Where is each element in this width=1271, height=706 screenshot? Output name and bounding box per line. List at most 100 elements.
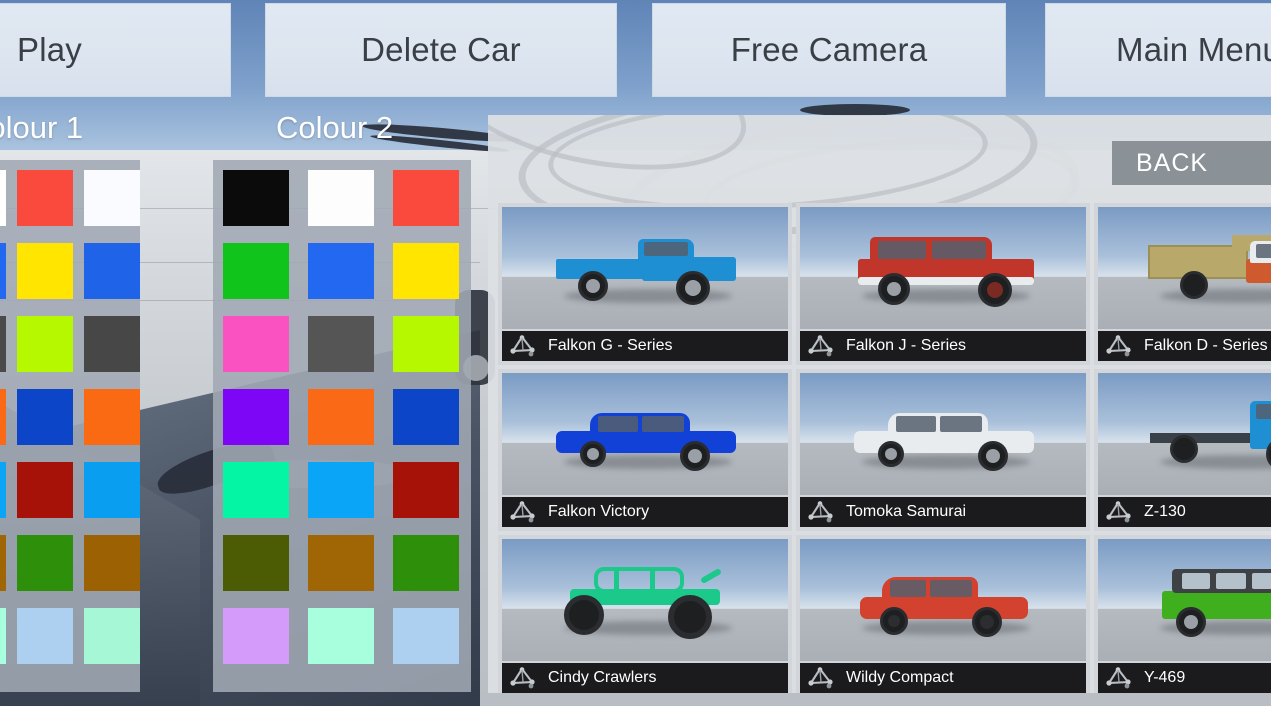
car-thumbnail: [800, 373, 1086, 495]
colour-swatch-2-15[interactable]: [223, 535, 289, 591]
colour-swatch-1-8[interactable]: [84, 316, 140, 372]
colour-swatch-1-20[interactable]: [84, 608, 140, 664]
colour-swatch-1-7[interactable]: [17, 316, 73, 372]
car-name-bar: Falkon Victory: [502, 497, 788, 527]
car-card[interactable]: Z-130: [1094, 369, 1271, 531]
colour-swatch-1-4[interactable]: [17, 243, 73, 299]
colour-swatch-2-1[interactable]: [308, 170, 374, 226]
mesh-icon: [808, 667, 834, 689]
car-thumbnail: [800, 539, 1086, 661]
mesh-icon: [1106, 501, 1132, 523]
colour-swatch-2-3[interactable]: [223, 243, 289, 299]
colour-swatch-1-13[interactable]: [17, 462, 73, 518]
back-button[interactable]: BACK: [1112, 141, 1271, 185]
car-thumbnail: [1098, 539, 1271, 661]
car-name-label: Falkon G - Series: [548, 337, 672, 355]
car-thumbnail: [1098, 373, 1271, 495]
colour-swatch-2-16[interactable]: [308, 535, 374, 591]
colour-swatch-1-18[interactable]: [0, 608, 6, 664]
car-name-bar: Cindy Crawlers: [502, 663, 788, 693]
car-thumbnail: [1098, 207, 1271, 329]
car-thumbnail: [502, 207, 788, 329]
colour-swatch-2-4[interactable]: [308, 243, 374, 299]
car-name-label: Cindy Crawlers: [548, 669, 656, 687]
car-card[interactable]: Wildy Compact: [796, 535, 1090, 693]
car-card[interactable]: Y-469: [1094, 535, 1271, 693]
colour-swatch-2-5[interactable]: [393, 243, 459, 299]
colour-swatch-2-6[interactable]: [223, 316, 289, 372]
car-grid: Falkon G - Series Falkon J - Series Falkon…: [498, 203, 1271, 693]
colour-swatch-2-2[interactable]: [393, 170, 459, 226]
colour-swatch-2-11[interactable]: [393, 389, 459, 445]
main-menu-button[interactable]: Main Menu: [1045, 3, 1271, 97]
colour-swatch-1-11[interactable]: [84, 389, 140, 445]
mesh-icon: [808, 501, 834, 523]
colour-swatch-1-2[interactable]: [84, 170, 140, 226]
colour-swatch-1-5[interactable]: [84, 243, 140, 299]
colour-swatch-2-0[interactable]: [223, 170, 289, 226]
colour-swatch-1-15[interactable]: [0, 535, 6, 591]
car-thumbnail: [800, 207, 1086, 329]
car-name-bar: Tomoka Samurai: [800, 497, 1086, 527]
game-screen: Play Delete Car Free Camera Main Menu Co…: [0, 0, 1271, 706]
colour-swatch-1-1[interactable]: [17, 170, 73, 226]
colour-2-label: Colour 2: [276, 110, 393, 146]
colour-swatch-2-7[interactable]: [308, 316, 374, 372]
mesh-icon: [510, 667, 536, 689]
colour-swatch-2-12[interactable]: [223, 462, 289, 518]
car-card[interactable]: Falkon D - Series: [1094, 203, 1271, 365]
colour-swatch-2-20[interactable]: [393, 608, 459, 664]
colour-swatch-1-12[interactable]: [0, 462, 6, 518]
car-name-label: Y-469: [1144, 669, 1185, 687]
colour-swatch-1-9[interactable]: [0, 389, 6, 445]
car-card[interactable]: Tomoka Samurai: [796, 369, 1090, 531]
car-name-label: Falkon Victory: [548, 503, 649, 521]
back-button-label: BACK: [1136, 149, 1208, 178]
colour-swatch-2-8[interactable]: [393, 316, 459, 372]
car-name-label: Z-130: [1144, 503, 1186, 521]
free-camera-button[interactable]: Free Camera: [652, 3, 1006, 97]
car-thumbnail: [502, 539, 788, 661]
colour-swatch-2-9[interactable]: [223, 389, 289, 445]
car-name-bar: Falkon G - Series: [502, 331, 788, 361]
car-card[interactable]: Falkon G - Series: [498, 203, 792, 365]
mesh-icon: [1106, 667, 1132, 689]
free-camera-button-label: Free Camera: [731, 31, 928, 69]
car-selection-panel: Falkon G - Series Falkon J - Series Falkon…: [488, 115, 1271, 693]
colour-swatch-2-14[interactable]: [393, 462, 459, 518]
mesh-icon: [510, 501, 536, 523]
play-button-label: Play: [17, 31, 82, 69]
mesh-icon: [1106, 335, 1132, 357]
colour-1-label: Colour 1: [0, 110, 83, 146]
colour-2-swatch-panel: [213, 160, 471, 692]
car-name-bar: Falkon D - Series: [1098, 331, 1271, 361]
colour-swatch-2-17[interactable]: [393, 535, 459, 591]
car-name-bar: Falkon J - Series: [800, 331, 1086, 361]
play-button[interactable]: Play: [0, 3, 231, 97]
car-name-label: Tomoka Samurai: [846, 503, 966, 521]
colour-swatch-1-14[interactable]: [84, 462, 140, 518]
colour-swatch-2-10[interactable]: [308, 389, 374, 445]
main-menu-button-label: Main Menu: [1116, 31, 1271, 69]
delete-car-button[interactable]: Delete Car: [265, 3, 617, 97]
car-card[interactable]: Cindy Crawlers: [498, 535, 792, 693]
colour-swatch-1-6[interactable]: [0, 316, 6, 372]
car-card[interactable]: Falkon J - Series: [796, 203, 1090, 365]
delete-car-button-label: Delete Car: [361, 31, 521, 69]
mesh-icon: [510, 335, 536, 357]
panel-decoration: [488, 115, 756, 190]
car-card[interactable]: Falkon Victory: [498, 369, 792, 531]
colour-swatch-1-10[interactable]: [17, 389, 73, 445]
colour-swatch-1-17[interactable]: [84, 535, 140, 591]
colour-swatch-1-3[interactable]: [0, 243, 6, 299]
colour-swatch-2-19[interactable]: [308, 608, 374, 664]
mesh-icon: [808, 335, 834, 357]
colour-swatch-2-13[interactable]: [308, 462, 374, 518]
car-name-bar: Z-130: [1098, 497, 1271, 527]
colour-swatch-1-0[interactable]: [0, 170, 6, 226]
colour-swatch-1-19[interactable]: [17, 608, 73, 664]
colour-swatch-1-16[interactable]: [17, 535, 73, 591]
car-name-label: Falkon J - Series: [846, 337, 966, 355]
colour-swatch-2-18[interactable]: [223, 608, 289, 664]
colour-1-swatch-panel: [0, 160, 140, 692]
